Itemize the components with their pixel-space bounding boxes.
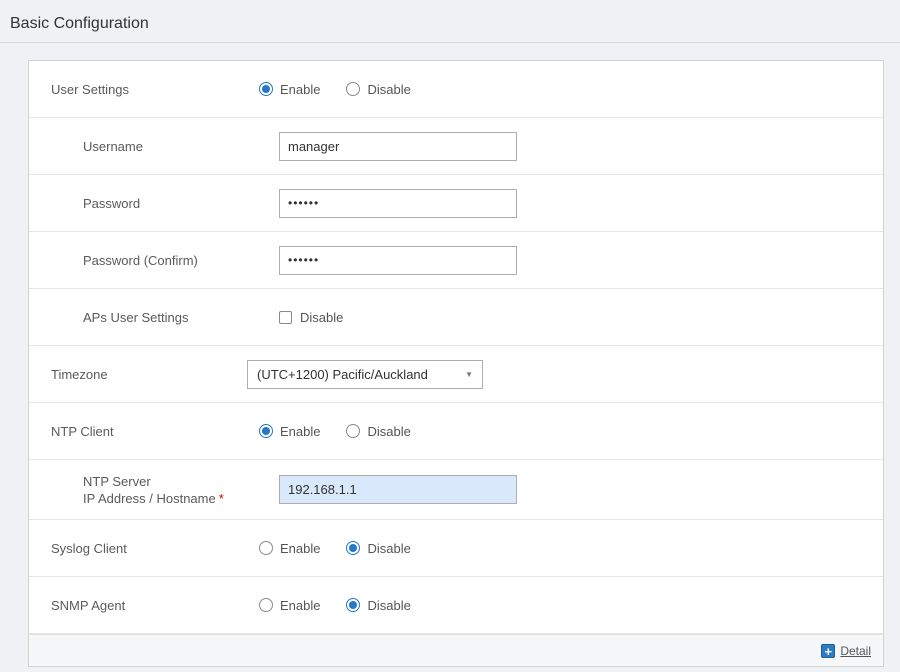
row-timezone: Timezone (UTC+1200) Pacific/Auckland ▼ [29, 346, 883, 403]
row-password-confirm: Password (Confirm) [29, 232, 883, 289]
radio-icon[interactable] [259, 424, 273, 438]
snmp-agent-radio-group: Enable Disable [259, 598, 437, 613]
row-ntp-client: NTP Client Enable Disable [29, 403, 883, 460]
ntp-client-enable-label: Enable [280, 424, 320, 439]
aps-user-settings-label: APs User Settings [83, 310, 279, 325]
timezone-selected-value: (UTC+1200) Pacific/Auckland [257, 367, 428, 382]
syslog-client-label: Syslog Client [51, 541, 247, 556]
detail-button[interactable]: + Detail [821, 644, 871, 658]
syslog-client-radio-group: Enable Disable [259, 541, 437, 556]
password-input[interactable] [279, 189, 517, 218]
detail-label: Detail [840, 644, 871, 658]
syslog-client-enable-label: Enable [280, 541, 320, 556]
radio-icon[interactable] [259, 82, 273, 96]
aps-disable-label: Disable [300, 310, 343, 325]
row-aps-user-settings: APs User Settings Disable [29, 289, 883, 346]
chevron-down-icon: ▼ [465, 370, 473, 379]
header-divider [0, 42, 900, 43]
snmp-agent-enable-label: Enable [280, 598, 320, 613]
password-confirm-input[interactable] [279, 246, 517, 275]
panel-footer: + Detail [29, 634, 883, 666]
row-snmp-agent: SNMP Agent Enable Disable [29, 577, 883, 634]
basic-configuration-panel: User Settings Enable Disable Username Pa… [28, 60, 884, 667]
timezone-label: Timezone [51, 367, 247, 382]
user-settings-label: User Settings [51, 82, 247, 97]
ntp-server-input[interactable] [279, 475, 517, 504]
ntp-server-label: NTP Server IP Address / Hostname* [83, 473, 279, 507]
row-password: Password [29, 175, 883, 232]
username-input[interactable] [279, 132, 517, 161]
aps-disable-checkbox[interactable]: Disable [279, 310, 343, 325]
row-user-settings: User Settings Enable Disable [29, 61, 883, 118]
required-asterisk: * [219, 491, 224, 506]
radio-icon[interactable] [259, 598, 273, 612]
syslog-client-disable-label: Disable [367, 541, 410, 556]
ntp-server-label-line2: IP Address / Hostname [83, 491, 216, 506]
page-title: Basic Configuration [10, 15, 900, 42]
user-settings-disable-label: Disable [367, 82, 410, 97]
ntp-client-disable-radio[interactable]: Disable [346, 424, 410, 439]
checkbox-icon[interactable] [279, 311, 292, 324]
username-label: Username [83, 139, 279, 154]
snmp-agent-disable-radio[interactable]: Disable [346, 598, 410, 613]
password-label: Password [83, 196, 279, 211]
ntp-server-label-line1: NTP Server [83, 473, 279, 490]
row-ntp-server: NTP Server IP Address / Hostname* [29, 460, 883, 520]
ntp-client-radio-group: Enable Disable [259, 424, 437, 439]
row-syslog-client: Syslog Client Enable Disable [29, 520, 883, 577]
user-settings-disable-radio[interactable]: Disable [346, 82, 410, 97]
ntp-client-label: NTP Client [51, 424, 247, 439]
row-username: Username [29, 118, 883, 175]
radio-icon[interactable] [346, 541, 360, 555]
snmp-agent-disable-label: Disable [367, 598, 410, 613]
user-settings-enable-radio[interactable]: Enable [259, 82, 320, 97]
radio-icon[interactable] [346, 598, 360, 612]
radio-icon[interactable] [346, 82, 360, 96]
syslog-client-enable-radio[interactable]: Enable [259, 541, 320, 556]
plus-icon: + [821, 644, 835, 658]
syslog-client-disable-radio[interactable]: Disable [346, 541, 410, 556]
user-settings-enable-label: Enable [280, 82, 320, 97]
snmp-agent-label: SNMP Agent [51, 598, 247, 613]
timezone-select[interactable]: (UTC+1200) Pacific/Auckland ▼ [247, 360, 483, 389]
user-settings-radio-group: Enable Disable [259, 82, 437, 97]
ntp-client-enable-radio[interactable]: Enable [259, 424, 320, 439]
radio-icon[interactable] [259, 541, 273, 555]
ntp-client-disable-label: Disable [367, 424, 410, 439]
snmp-agent-enable-radio[interactable]: Enable [259, 598, 320, 613]
page-header: Basic Configuration [0, 0, 900, 42]
password-confirm-label: Password (Confirm) [83, 253, 279, 268]
radio-icon[interactable] [346, 424, 360, 438]
